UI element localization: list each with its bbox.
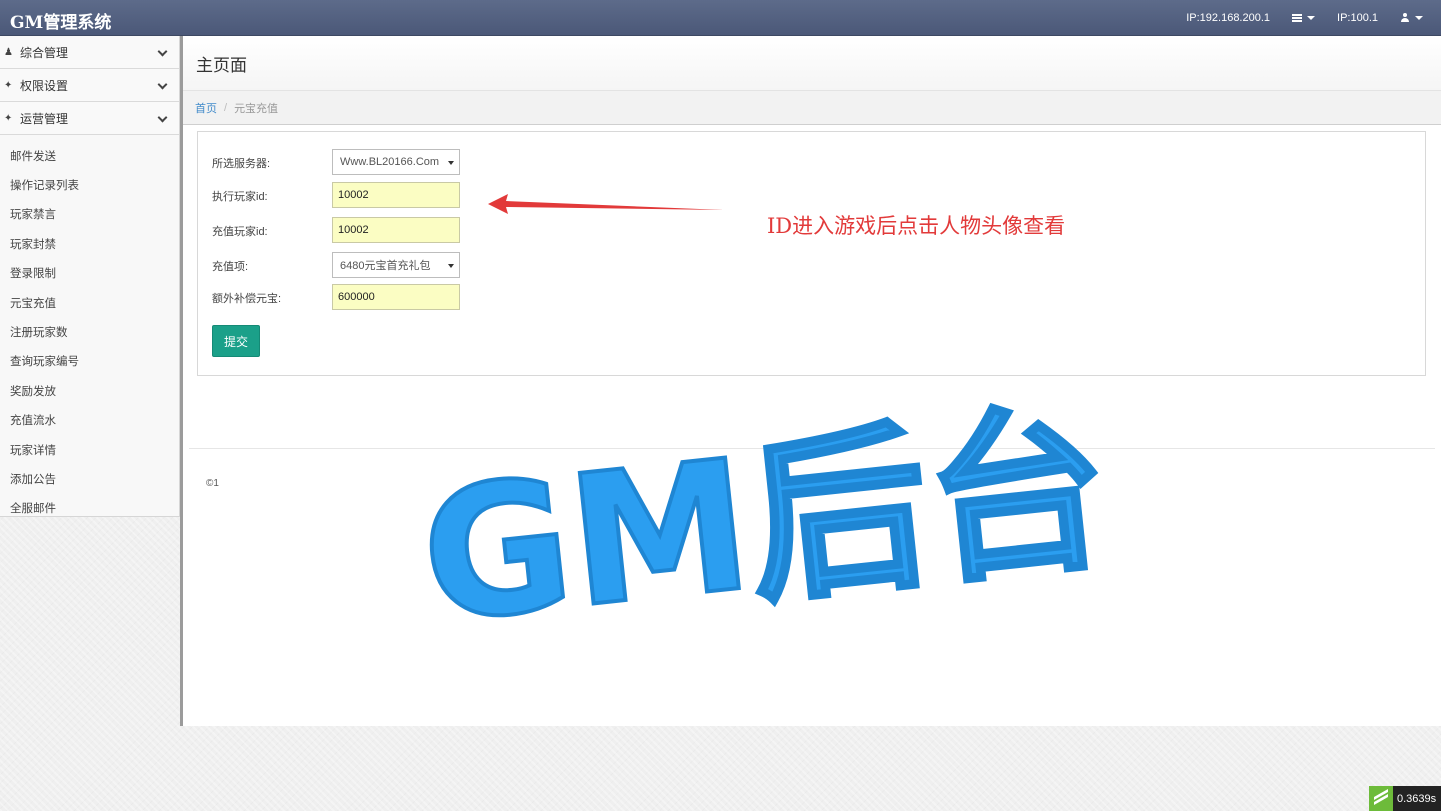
exec-player-id-input[interactable]: 10002 [332, 182, 460, 208]
watermark-logo: GM后台 [420, 382, 1110, 650]
user-icon: ♟ [4, 46, 13, 58]
wrench-icon: ✦ [4, 112, 13, 124]
wrench-icon: ✦ [4, 79, 13, 91]
recharge-form-panel: 所选服务器: Www.BL20166.Com 执行玩家id: 10002 充值玩… [197, 131, 1426, 376]
sidebar-item-query-player-id[interactable]: 查询玩家编号 [0, 347, 179, 376]
annotation-text: ID进入游戏后点击人物头像查看 [767, 214, 1066, 238]
sidebar-group-label: 权限设置 [20, 78, 69, 93]
ip-secondary-label: IP:100.1 [1337, 12, 1378, 24]
top-navbar: GM管理系统 IP:192.168.200.1 IP:100.1 [0, 0, 1441, 36]
breadcrumb-separator: / [224, 101, 228, 114]
sidebar-item-login-limit[interactable]: 登录限制 [0, 259, 179, 288]
svg-text:GM后台: GM后台 [420, 384, 1110, 650]
recharge-player-id-input[interactable]: 10002 [332, 217, 460, 243]
recharge-item-select[interactable]: 6480元宝首充礼包 [332, 252, 460, 278]
sidebar-item-player-details[interactable]: 玩家详情 [0, 435, 179, 464]
topbar-right: IP:192.168.200.1 IP:100.1 [1164, 0, 1423, 36]
chevron-down-icon [157, 112, 168, 123]
app-title[interactable]: GM管理系统 [10, 8, 111, 33]
server-select[interactable]: Www.BL20166.Com [332, 149, 460, 175]
server-label: 所选服务器: [212, 158, 271, 170]
page-load-time: 0.3639s [1397, 792, 1437, 805]
breadcrumb-home-link[interactable]: 首页 [195, 100, 217, 116]
sidebar: ♟ 综合管理 ✦ 权限设置 ✦ 运营管理 邮件发送 操作记录列表 玩家禁言 玩家… [0, 36, 180, 517]
caret-down-icon [1415, 16, 1423, 20]
sidebar-group-operations[interactable]: ✦ 运营管理 [0, 102, 179, 135]
exec-player-label: 执行玩家id: [212, 191, 268, 203]
extra-gold-input[interactable]: 600000 [332, 284, 460, 310]
sidebar-item-reward-distribution[interactable]: 奖励发放 [0, 376, 179, 405]
sidebar-item-player-ban[interactable]: 玩家封禁 [0, 229, 179, 258]
sidebar-item-gold-recharge[interactable]: 元宝充值 [0, 288, 179, 317]
form-row-recharge-item: 充值项: 6480元宝首充礼包 [212, 252, 472, 278]
chevron-down-icon [157, 79, 168, 90]
sidebar-group-label: 综合管理 [20, 45, 69, 60]
sidebar-item-add-announcement[interactable]: 添加公告 [0, 464, 179, 493]
sidebar-group-general[interactable]: ♟ 综合管理 [0, 36, 179, 69]
page-title: 主页面 [196, 55, 247, 75]
sidebar-item-registered-players[interactable]: 注册玩家数 [0, 317, 179, 346]
recharge-player-label: 充值玩家id: [212, 226, 268, 238]
sidebar-group-label: 运营管理 [20, 111, 69, 126]
form-row-exec-player: 执行玩家id: 10002 [212, 182, 472, 208]
form-row-extra-gold: 额外补偿元宝: 600000 [212, 284, 472, 310]
sidebar-item-operation-log[interactable]: 操作记录列表 [0, 170, 179, 199]
recharge-item-label: 充值项: [212, 261, 249, 273]
debug-toolbar[interactable]: 0.3639s [1369, 786, 1441, 811]
sidebar-group-permissions[interactable]: ✦ 权限设置 [0, 69, 179, 102]
form-row-server: 所选服务器: Www.BL20166.Com [212, 149, 472, 175]
sidebar-item-player-mute[interactable]: 玩家禁言 [0, 200, 179, 229]
user-dropdown-button[interactable] [1400, 13, 1423, 23]
user-icon [1400, 13, 1410, 23]
chevron-down-icon [157, 46, 168, 57]
breadcrumb-current: 元宝充值 [234, 102, 279, 115]
page-header: 主页面 [183, 36, 1441, 91]
extra-gold-label: 额外补偿元宝: [212, 293, 282, 305]
debug-logo-icon [1369, 786, 1393, 811]
annotation-arrow-icon [488, 194, 724, 214]
form-row-recharge-player: 充值玩家id: 10002 [212, 217, 472, 243]
menu-dropdown-button[interactable] [1292, 14, 1316, 22]
caret-down-icon [1307, 16, 1316, 20]
sidebar-item-recharge-flow[interactable]: 充值流水 [0, 406, 179, 435]
breadcrumb: 首页 / 元宝充值 [183, 91, 1441, 125]
submit-button[interactable]: 提交 [212, 325, 260, 357]
list-icon [1292, 14, 1303, 22]
ip-primary-label: IP:192.168.200.1 [1186, 12, 1271, 24]
sidebar-item-mail-send[interactable]: 邮件发送 [0, 141, 179, 170]
copyright-text: ©1 [206, 478, 219, 489]
sidebar-item-server-mail[interactable]: 全服邮件 [0, 494, 179, 523]
